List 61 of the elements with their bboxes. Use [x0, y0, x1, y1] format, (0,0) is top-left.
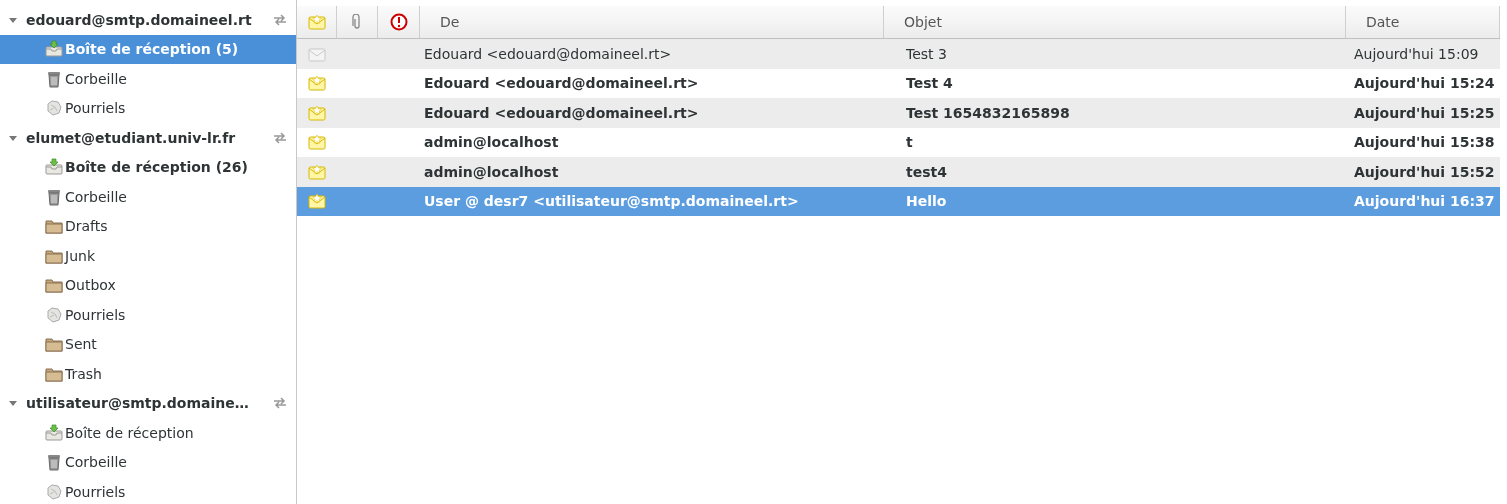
folder-item[interactable]: Sent	[0, 329, 296, 359]
subject-cell-text: Test 4	[905, 75, 954, 92]
folder-item[interactable]: Junk	[0, 241, 296, 271]
sync-arrows-icon[interactable]	[272, 130, 288, 145]
folder-item[interactable]: Outbox	[0, 270, 296, 300]
sync-arrows-icon[interactable]	[272, 12, 288, 27]
account-name: utilisateur@smtp.domaine…	[26, 395, 250, 412]
account-name: edouard@smtp.domaineel.rt	[26, 11, 253, 28]
date-cell-text: Aujourd'hui 15:52	[1353, 163, 1496, 180]
subject-cell-text: Hello	[905, 193, 948, 210]
message-row[interactable]: Edouard <edouard@domaineel.rt> Test 3 Aujourd'hui 15:09	[297, 39, 1500, 69]
trash-icon	[45, 453, 63, 472]
date-cell-text: Aujourd'hui 15:24	[1353, 75, 1496, 92]
date-cell-text: Aujourd'hui 15:38	[1353, 134, 1496, 151]
inbox-icon	[45, 158, 63, 177]
folder-item[interactable]: Drafts	[0, 211, 296, 241]
sender-cell-text: admin@localhost	[423, 134, 560, 151]
subject-cell-text: Test 1654832165898	[905, 104, 1071, 121]
trash-icon	[45, 187, 63, 206]
subject-cell-text: Test 3	[905, 45, 948, 62]
date-cell-text: Aujourd'hui 15:09	[1353, 45, 1480, 62]
folder-icon	[45, 276, 63, 295]
column-header[interactable]: De	[420, 6, 884, 38]
column-header[interactable]: Date	[1346, 6, 1500, 38]
trash-icon	[45, 69, 63, 88]
account-name: elumet@etudiant.univ-lr.fr	[26, 129, 237, 146]
subject-cell-text: test4	[905, 163, 948, 180]
date-cell-text: Aujourd'hui 15:25	[1353, 104, 1496, 121]
sender-cell-text: Edouard <edouard@domaineel.rt>	[423, 45, 673, 62]
date-cell-text: Aujourd'hui 16:37	[1353, 193, 1496, 210]
crumpled-paper-icon	[45, 482, 63, 501]
sync-arrows-icon[interactable]	[272, 396, 288, 411]
folder-icon	[45, 335, 63, 354]
inbox-icon	[45, 40, 63, 59]
sender-cell-text: Edouard <edouard@domaineel.rt>	[423, 104, 700, 121]
account-row[interactable]: elumet@etudiant.univ-lr.fr	[0, 123, 296, 153]
folder-item[interactable]: Corbeille	[0, 64, 296, 94]
account-row[interactable]: utilisateur@smtp.domaine…	[0, 388, 296, 418]
sender-cell-text: User @ desr7 <utilisateur@smtp.domaineel.rt>	[423, 193, 800, 210]
column-header[interactable]: Objet	[884, 6, 1346, 38]
paperclip-icon	[352, 14, 362, 30]
sender-cell-text: admin@localhost	[423, 163, 560, 180]
folder-item[interactable]: Boîte de réception (26)	[0, 152, 296, 182]
folder-item[interactable]: Pourriels	[0, 93, 296, 123]
folder-item[interactable]: Corbeille	[0, 447, 296, 477]
folder-icon	[45, 217, 63, 236]
exclamation-icon	[389, 13, 408, 31]
envelope-icon	[307, 14, 326, 30]
crumpled-paper-icon	[45, 99, 63, 118]
sender-cell-text: Edouard <edouard@domaineel.rt>	[423, 75, 700, 92]
account-row[interactable]: edouard@smtp.domaineel.rt	[0, 5, 296, 35]
subject-cell-text: t	[905, 134, 914, 151]
folder-item[interactable]: Pourriels	[0, 477, 296, 504]
folder-item[interactable]: Boîte de réception	[0, 418, 296, 448]
folder-item[interactable]: Corbeille	[0, 182, 296, 212]
crumpled-paper-icon	[45, 305, 63, 324]
inbox-icon	[45, 423, 63, 442]
folder-item[interactable]: Trash	[0, 359, 296, 389]
message-row[interactable]: admin@localhost test4 Aujourd'hui 15:52	[297, 157, 1500, 187]
folder-item[interactable]: Pourriels	[0, 300, 296, 330]
message-row[interactable]: Edouard <edouard@domaineel.rt> Test 1654832165898 Aujourd'hui 15:25	[297, 98, 1500, 128]
